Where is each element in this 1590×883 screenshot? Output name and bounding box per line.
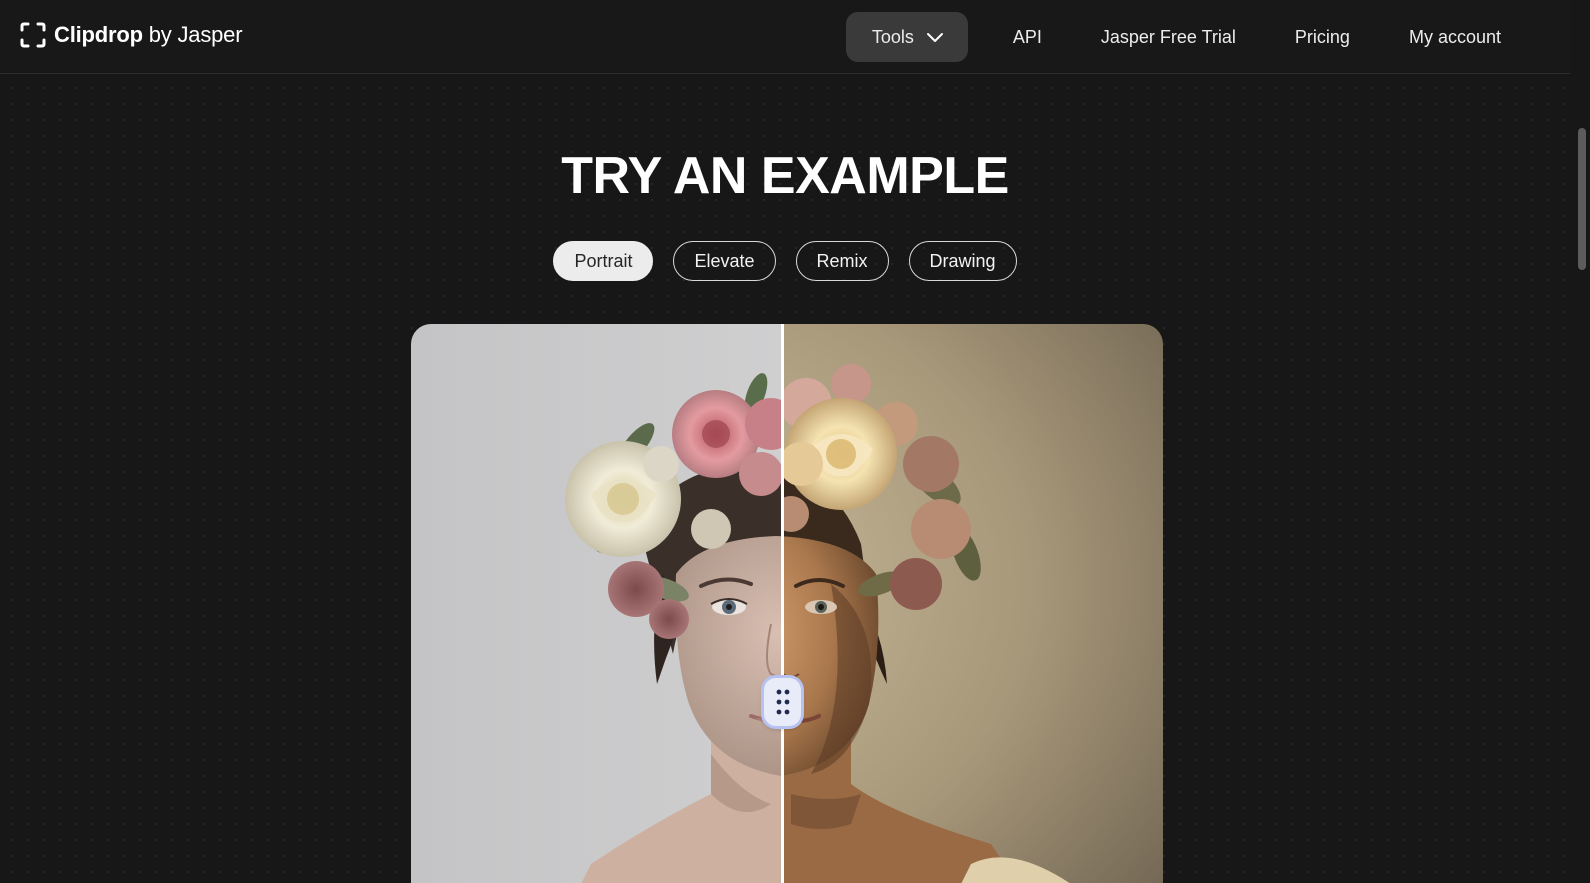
nav-link-pricing[interactable]: Pricing [1270,12,1375,62]
scrollbar[interactable] [1570,0,1590,883]
tools-label: Tools [871,26,914,47]
comparison-divider-line [781,324,784,883]
brand-name-primary: Clipdrop [54,22,143,47]
chevron-down-icon [926,33,943,42]
tab-remix[interactable]: Remix [795,241,889,281]
nav-link-my-account[interactable]: My account [1384,12,1526,62]
brand-name-suffix: by Jasper [142,22,243,47]
before-after-comparison[interactable] [411,324,1163,883]
tab-drawing[interactable]: Drawing [908,241,1017,281]
tools-dropdown-button[interactable]: Tools [845,12,968,62]
example-tabs: Portrait Elevate Remix Drawing [0,241,1570,281]
brand-logo-link[interactable]: Clipdrop by Jasper [20,22,243,48]
nav-link-api[interactable]: API [988,12,1067,62]
portrait-comparison-image [411,324,1163,883]
top-navigation: Clipdrop by Jasper Tools API Jasper Free… [0,0,1570,74]
page: Clipdrop by Jasper Tools API Jasper Free… [0,0,1590,883]
scrollbar-thumb[interactable] [1578,128,1586,270]
tab-elevate[interactable]: Elevate [673,241,776,281]
drag-dots-icon [776,689,789,715]
main-nav: Tools API Jasper Free Trial Pricing My a… [845,12,1526,62]
clipdrop-bracket-icon [20,22,46,48]
comparison-slider-handle[interactable] [764,678,801,726]
section-title: TRY AN EXAMPLE [561,147,1009,205]
nav-link-free-trial[interactable]: Jasper Free Trial [1076,12,1261,62]
tab-portrait[interactable]: Portrait [553,241,654,281]
brand-name: Clipdrop by Jasper [54,22,243,48]
